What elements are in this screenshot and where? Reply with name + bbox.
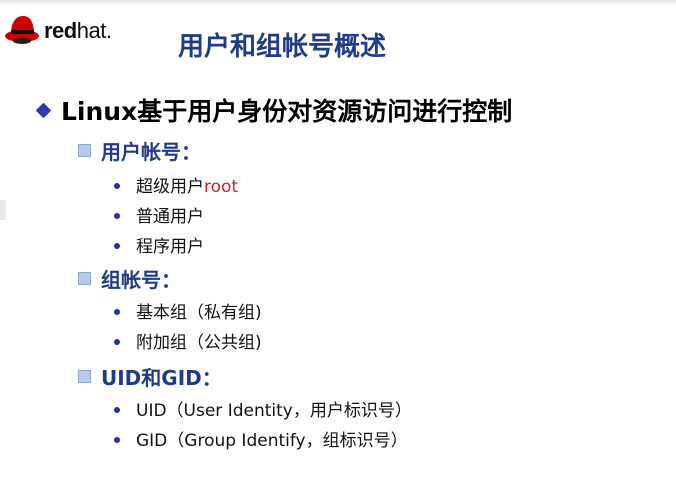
list-item: UID（User Identity，用户标识号） [114, 396, 412, 421]
window-top-edge [0, 0, 676, 6]
section-uid-gid: UID和GID： [78, 362, 222, 391]
dot-bullet-icon [114, 339, 120, 345]
list-item-text: GID（Group Identify，组标识号） [136, 431, 408, 451]
list-item: 基本组（私有组) [114, 298, 262, 323]
list-item-text: 程序用户 [136, 237, 204, 257]
redhat-logo: redhat. [4, 10, 134, 50]
main-bullet: Linux基于用户身份对资源访问进行控制 [35, 92, 513, 128]
list-item-text: 普通用户 [136, 207, 204, 227]
section-group-accounts: 组帐号： [78, 264, 181, 293]
list-item-text: 基本组（私有组) [136, 303, 262, 323]
list-item: 超级用户root [114, 172, 238, 197]
list-item-text: 超级用户 [136, 177, 204, 197]
diamond-bullet-icon [35, 102, 52, 119]
left-edge-mark [0, 200, 6, 220]
redhat-wordmark: redhat. [44, 18, 112, 43]
square-bullet-icon [78, 272, 91, 285]
dot-bullet-icon [114, 309, 120, 315]
list-item: 程序用户 [114, 232, 204, 257]
section-label: 用户帐号： [101, 140, 201, 164]
dot-bullet-icon [114, 183, 120, 189]
dot-bullet-icon [114, 213, 120, 219]
list-item-highlight: root [204, 177, 239, 197]
list-item-text: UID（User Identity，用户标识号） [136, 401, 412, 421]
dot-bullet-icon [114, 437, 120, 443]
slide-title: 用户和组帐号概述 [178, 32, 387, 62]
list-item: 附加组（公共组) [114, 328, 262, 353]
section-label: UID和GID： [101, 366, 222, 390]
list-item-text: 附加组（公共组) [136, 333, 262, 353]
shadowman-icon [5, 16, 39, 44]
list-item: 普通用户 [114, 202, 204, 227]
square-bullet-icon [78, 144, 91, 157]
section-label: 组帐号： [101, 268, 181, 292]
list-item: GID（Group Identify，组标识号） [114, 426, 408, 451]
section-user-accounts: 用户帐号： [78, 136, 201, 165]
dot-bullet-icon [114, 407, 120, 413]
slide: redhat. 用户和组帐号概述 Linux基于用户身份对资源访问进行控制 用户… [0, 0, 676, 489]
square-bullet-icon [78, 370, 91, 383]
dot-bullet-icon [114, 243, 120, 249]
main-bullet-text: Linux基于用户身份对资源访问进行控制 [61, 97, 513, 126]
